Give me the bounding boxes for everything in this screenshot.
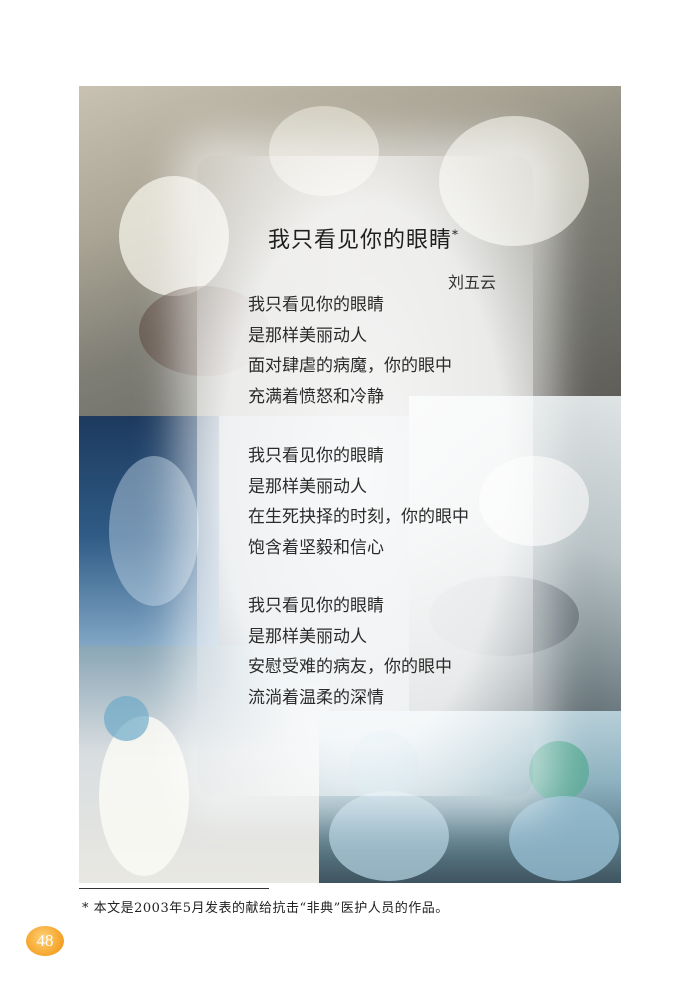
poem-line: 是那样美丽动人 <box>248 626 367 647</box>
poem-stanza-2: 我只看见你的眼睛 是那样美丽动人 在生死抉择的时刻，你的眼中 饱含着坚毅和信心 <box>248 441 469 563</box>
page-number-badge: 48 <box>26 926 64 956</box>
poem-line: 流淌着温柔的深情 <box>248 687 384 708</box>
footnote: * 本文是2003年5月发表的献给抗击“非典”医护人员的作品。 <box>82 901 449 916</box>
poem-line: 安慰受难的病友，你的眼中 <box>248 657 452 677</box>
poem-line: 是那样美丽动人 <box>248 325 367 346</box>
poem-stanza-3: 我只看见你的眼睛 是那样美丽动人 安慰受难的病友，你的眼中 流淌着温柔的深情 <box>248 591 452 713</box>
poem-title: 我只看见你的眼睛* <box>268 227 460 253</box>
poem-line: 在生死抉择的时刻，你的眼中 <box>248 507 469 527</box>
poem-line: 我只看见你的眼睛 <box>248 596 384 616</box>
poem-author: 刘五云 <box>448 273 497 292</box>
poem-line: 是那样美丽动人 <box>248 476 367 497</box>
footnote-divider <box>79 888 269 889</box>
poem-line: 面对肆虐的病魔，你的眼中 <box>248 356 452 376</box>
poem-stanza-1: 我只看见你的眼睛 是那样美丽动人 面对肆虐的病魔，你的眼中 充满着愤怒和冷静 <box>248 290 452 412</box>
poem-line: 充满着愤怒和冷静 <box>248 386 384 407</box>
poem-line: 我只看见你的眼睛 <box>248 446 384 466</box>
poem-line: 我只看见你的眼睛 <box>248 295 384 315</box>
poem-line: 饱含着坚毅和信心 <box>248 537 384 558</box>
